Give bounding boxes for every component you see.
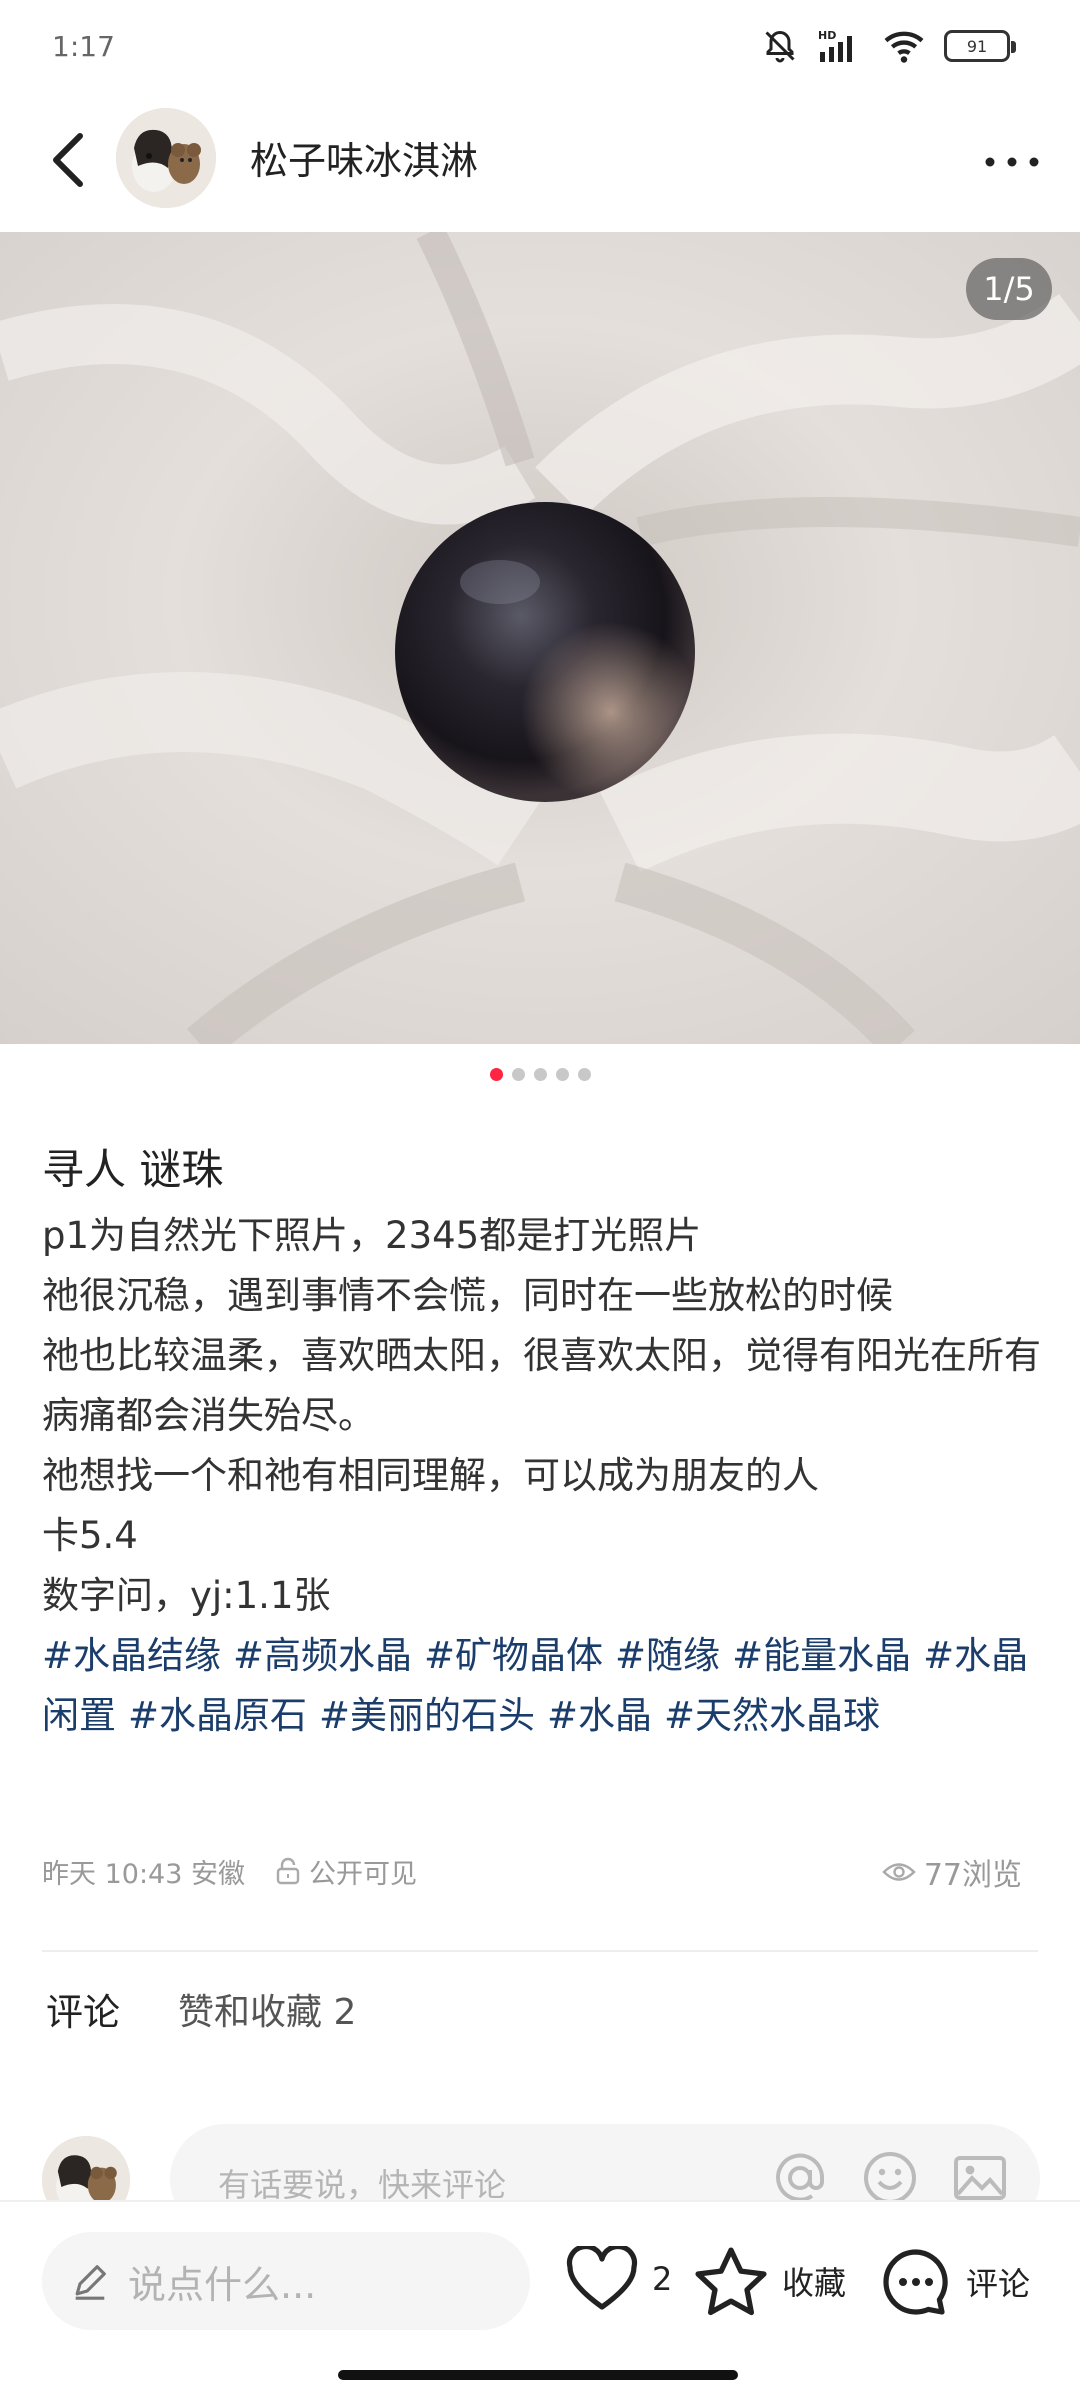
carousel-dot — [489, 1068, 503, 1081]
hashtag-link[interactable]: #随缘 — [615, 1634, 720, 1677]
more-horizontal-icon — [985, 157, 1039, 167]
star-icon — [695, 2247, 767, 2316]
comment-input-actions — [772, 2150, 1008, 2206]
status-bar: 1:17 HD 91 — [0, 0, 1080, 90]
pencil-icon — [75, 2265, 106, 2300]
visibility-label: 公开可见 — [308, 1858, 417, 1890]
image-icon[interactable] — [952, 2150, 1008, 2206]
status-time: 1:17 — [52, 30, 115, 63]
heart-icon — [566, 2246, 638, 2310]
tab-likes-collects[interactable]: 赞和收藏 2 — [178, 1983, 356, 2035]
hashtag-link[interactable]: #天然水晶球 — [664, 1694, 880, 1737]
hashtag-link[interactable]: #水晶结缘 — [42, 1634, 221, 1677]
description-line: 祂想找一个和祂有相同理解，可以成为朋友的人 — [42, 1454, 819, 1497]
home-indicator[interactable] — [338, 2370, 738, 2380]
wifi-icon — [882, 28, 926, 64]
avatar[interactable] — [116, 108, 216, 208]
lock-icon — [275, 1857, 301, 1885]
say-something-input[interactable]: 说点什么... — [42, 2232, 530, 2330]
post-image-carousel[interactable]: 1/5 — [0, 232, 1080, 1044]
post-content: 寻人 谜珠 p1为自然光下照片，2345都是打光照片 祂很沉稳，遇到事情不会慌，… — [42, 1140, 1042, 1746]
tab-comments[interactable]: 评论 — [46, 1982, 120, 2036]
description-line: 祂很沉稳，遇到事情不会慌，同时在一些放松的时候 — [42, 1274, 893, 1317]
mention-icon[interactable] — [772, 2150, 828, 2206]
battery-level: 91 — [966, 36, 988, 56]
crystal-ball-photo — [0, 232, 1080, 1044]
carousel-dot — [533, 1068, 547, 1081]
post-header: 松子味冰淇淋 — [0, 90, 1080, 230]
comment-composer: 有话要说，快来评论 — [0, 2124, 1080, 2234]
collect-button[interactable]: 收藏 — [694, 2246, 846, 2316]
carousel-dot — [577, 1068, 591, 1081]
view-count-text: 77浏览 — [923, 1858, 1022, 1893]
like-button[interactable]: 2 — [566, 2246, 672, 2312]
signal-icon: HD — [816, 28, 864, 64]
post-meta: 昨天 10:43 安徽 公开可见 77浏览 — [42, 1846, 1042, 1896]
comment-tabs: 评论 赞和收藏 2 — [46, 1984, 356, 2034]
back-button[interactable] — [28, 120, 108, 200]
hashtag-link[interactable]: #矿物晶体 — [424, 1634, 603, 1677]
description-line: 祂也比较温柔，喜欢晒太阳，很喜欢太阳，觉得有阳光在所有病痛都会消失殆尽。 — [42, 1334, 1041, 1437]
hashtag-link[interactable]: #高频水晶 — [233, 1634, 412, 1677]
battery-icon: 91 — [944, 30, 1016, 62]
carousel-indicator — [0, 1068, 1080, 1084]
image-counter: 1/5 — [966, 258, 1052, 320]
bell-muted-icon — [762, 28, 798, 64]
more-button[interactable] — [972, 122, 1052, 202]
hashtag-link[interactable]: #水晶原石 — [128, 1694, 307, 1737]
post-title: 寻人 谜珠 — [42, 1145, 224, 1194]
username[interactable]: 松子味冰淇淋 — [250, 130, 478, 185]
carousel-dot — [511, 1068, 525, 1081]
description-line: p1为自然光下照片，2345都是打光照片 — [42, 1214, 702, 1257]
post-time-location: 昨天 10:43 安徽 — [42, 1858, 245, 1890]
comment-bubble-icon — [883, 2249, 948, 2315]
hashtag-link[interactable]: #水晶 — [547, 1694, 652, 1737]
description-line: 卡5.4 — [42, 1514, 138, 1557]
tag-list: #水晶结缘 #高频水晶 #矿物晶体 #随缘 #能量水晶 #水晶闲置 #水晶原石 #美丽的石头 #… — [42, 1626, 1042, 1746]
divider — [42, 1950, 1038, 1952]
comment-label: 评论 — [966, 2265, 1031, 2303]
emoji-icon[interactable] — [862, 2150, 918, 2206]
comment-button[interactable]: 评论 — [880, 2246, 1030, 2318]
svg-text:HD: HD — [818, 29, 836, 42]
post-description: p1为自然光下照片，2345都是打光照片 祂很沉稳，遇到事情不会慌，同时在一些放… — [42, 1206, 1042, 1626]
like-count: 2 — [652, 2260, 673, 2298]
collect-label: 收藏 — [782, 2264, 847, 2302]
status-icons: HD 91 — [762, 28, 1016, 64]
description-line: 数字问，yj:1.1张 — [42, 1574, 331, 1617]
hashtag-link[interactable]: #能量水晶 — [732, 1634, 911, 1677]
chevron-left-icon — [53, 133, 83, 187]
view-count: 77浏览 — [882, 1850, 1022, 1894]
hashtag-link[interactable]: #美丽的石头 — [319, 1694, 535, 1737]
say-placeholder: 说点什么... — [128, 2262, 317, 2307]
eye-icon — [882, 1863, 916, 1881]
carousel-dot — [555, 1068, 569, 1081]
